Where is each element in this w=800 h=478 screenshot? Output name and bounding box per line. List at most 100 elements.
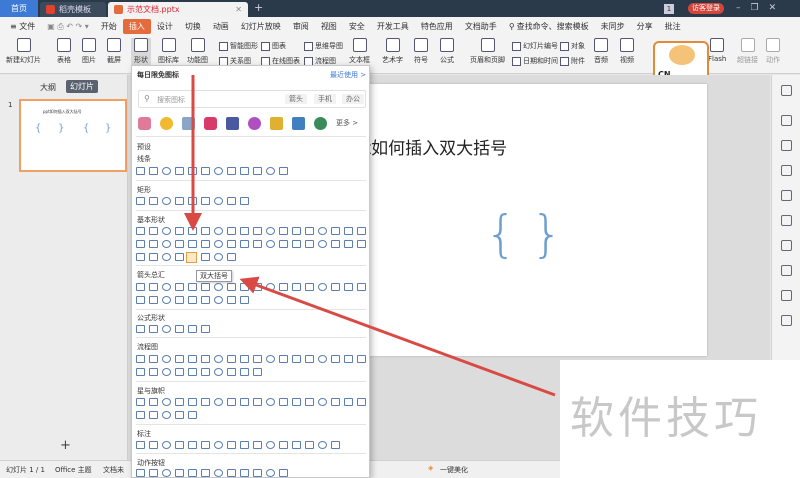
shape-option[interactable] — [149, 325, 158, 333]
menu-item-features[interactable]: 特色应用 — [415, 19, 459, 34]
screenshot-button[interactable]: 截屏 — [107, 38, 121, 65]
shape-option[interactable] — [279, 227, 288, 235]
shape-option[interactable] — [175, 325, 184, 333]
shape-option[interactable] — [136, 197, 145, 205]
menu-item-home[interactable]: 开始 — [95, 19, 123, 34]
shape-option[interactable] — [357, 227, 366, 235]
chart-button[interactable]: 图表 — [261, 41, 286, 51]
tab-slides[interactable]: 幻灯片 — [66, 80, 98, 93]
close-window-icon[interactable]: ✕ — [769, 3, 777, 13]
lightbulb-icon[interactable] — [160, 117, 173, 130]
tab-docer-templates[interactable]: 稻壳模板 — [40, 2, 106, 17]
shape-option[interactable] — [162, 469, 171, 477]
shape-option[interactable] — [344, 283, 353, 291]
chart-stand-icon[interactable] — [292, 117, 305, 130]
shape-option[interactable] — [240, 368, 249, 376]
shape-option[interactable] — [201, 240, 210, 248]
sidebar-tool-icon-7[interactable] — [781, 240, 792, 251]
search-command[interactable]: ⚲ 查找命令、搜索模板 — [503, 19, 595, 34]
sidebar-tool-icon-2[interactable] — [781, 115, 792, 126]
shape-option[interactable] — [188, 441, 197, 449]
shape-option[interactable] — [344, 355, 353, 363]
shape-option[interactable] — [201, 441, 210, 449]
shape-option[interactable] — [266, 398, 275, 406]
menu-item-transition[interactable]: 切换 — [179, 19, 207, 34]
shape-option[interactable] — [227, 441, 236, 449]
shape-option[interactable] — [188, 283, 197, 291]
shape-option[interactable] — [214, 283, 223, 291]
shape-option[interactable] — [357, 355, 366, 363]
shape-option[interactable] — [279, 398, 288, 406]
shape-option[interactable] — [240, 355, 249, 363]
shape-option[interactable] — [253, 398, 262, 406]
tab-home[interactable]: 首页 — [0, 0, 38, 17]
tag-arrow[interactable]: 箭头 — [285, 94, 307, 104]
shape-option[interactable] — [292, 227, 301, 235]
icon-search-box[interactable]: ⚲ 搜索图标 箭头 手机 办公 — [138, 90, 366, 108]
shape-option[interactable] — [149, 283, 158, 291]
shape-option[interactable] — [136, 469, 145, 477]
shape-option[interactable] — [227, 240, 236, 248]
shape-option[interactable] — [188, 325, 197, 333]
menu-item-view[interactable]: 视图 — [315, 19, 343, 34]
shape-option[interactable] — [136, 441, 145, 449]
shape-option[interactable] — [162, 355, 171, 363]
shape-option[interactable] — [149, 398, 158, 406]
shape-option[interactable] — [318, 398, 327, 406]
shape-option[interactable] — [292, 240, 301, 248]
shape-option[interactable] — [188, 368, 197, 376]
shape-option[interactable] — [214, 368, 223, 376]
shape-option[interactable] — [214, 398, 223, 406]
shape-option[interactable] — [305, 355, 314, 363]
shape-option[interactable] — [318, 283, 327, 291]
beautify-button[interactable]: 一键美化 — [440, 465, 468, 475]
shape-option[interactable] — [357, 240, 366, 248]
shape-option[interactable] — [188, 469, 197, 477]
object-button[interactable]: 对象 — [560, 41, 585, 51]
image-button[interactable]: 图片 — [82, 38, 96, 65]
shape-option[interactable] — [240, 227, 249, 235]
shape-option[interactable] — [253, 469, 262, 477]
shape-option[interactable] — [227, 227, 236, 235]
art-text-button[interactable]: 艺术字 — [382, 38, 403, 65]
trophy-icon[interactable] — [270, 117, 283, 130]
shape-option[interactable] — [227, 355, 236, 363]
shape-option[interactable] — [227, 167, 236, 175]
slide-thumbnail[interactable]: ppt如何插入双大括号 { } { } — [19, 99, 127, 172]
shape-option[interactable] — [279, 469, 288, 477]
shape-option[interactable] — [175, 411, 184, 419]
shape-option[interactable] — [149, 355, 158, 363]
shape-option[interactable] — [240, 398, 249, 406]
new-slide-button[interactable]: 新建幻灯片 — [6, 38, 41, 65]
maximize-icon[interactable]: ❐ — [751, 3, 759, 13]
function-chart-button[interactable]: 功能图 — [187, 38, 208, 65]
shape-option[interactable] — [136, 325, 145, 333]
shape-option[interactable] — [305, 227, 314, 235]
shape-option[interactable] — [214, 296, 223, 304]
sync-status[interactable]: 未同步 — [595, 19, 631, 34]
shape-option[interactable] — [227, 197, 236, 205]
shape-option[interactable] — [253, 368, 262, 376]
shape-option[interactable] — [162, 227, 171, 235]
shape-option[interactable] — [331, 227, 340, 235]
shape-option[interactable] — [318, 227, 327, 235]
shape-option[interactable] — [357, 283, 366, 291]
shape-option[interactable] — [214, 355, 223, 363]
menu-item-devtools[interactable]: 开发工具 — [371, 19, 415, 34]
shape-option[interactable] — [201, 325, 210, 333]
shape-option[interactable] — [175, 283, 184, 291]
more-icons-link[interactable]: 更多 > — [336, 117, 358, 130]
sidebar-tool-icon-10[interactable] — [781, 315, 792, 326]
shape-option[interactable] — [149, 197, 158, 205]
shape-option[interactable] — [149, 441, 158, 449]
shape-option[interactable] — [136, 283, 145, 291]
shape-option[interactable] — [136, 398, 145, 406]
tab-document[interactable]: 示范文档.pptx ✕ — [108, 2, 248, 17]
shape-option[interactable] — [175, 355, 184, 363]
shape-option[interactable] — [175, 240, 184, 248]
shape-option[interactable] — [331, 283, 340, 291]
shape-option[interactable] — [188, 411, 197, 419]
smart-art-button[interactable]: 智能图形 — [219, 41, 258, 51]
shape-option[interactable] — [162, 296, 171, 304]
shape-option[interactable] — [292, 355, 301, 363]
